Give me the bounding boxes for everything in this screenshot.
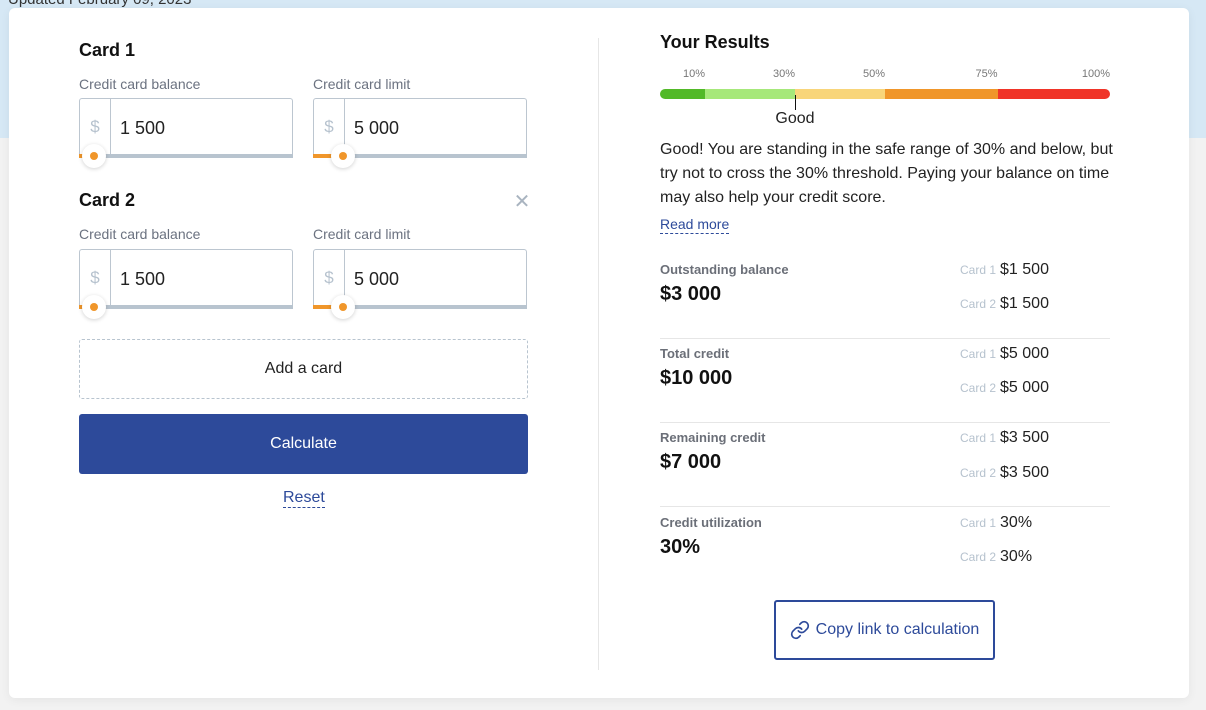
stat-credit-utilization: Credit utilization 30% Card 1 30% Card 23… — [660, 508, 1110, 592]
stat-breakdown-row: Card 2 30% — [960, 548, 1032, 566]
scale-label: 30% — [772, 68, 795, 80]
scale-label: 100% — [1081, 68, 1110, 80]
stat-value: 30% — [660, 536, 701, 558]
link-icon — [790, 620, 809, 640]
card-1-limit-label: Credit card limit — [313, 76, 411, 92]
stat-value: $3 000 — [660, 283, 722, 305]
result-description: Good! You are standing in the safe range… — [660, 141, 1113, 206]
stat-breakdown-row: Card 2 $3 500 — [960, 464, 1049, 482]
stat-value: $10 000 — [660, 367, 733, 389]
card-1-limit-input[interactable] — [354, 113, 514, 143]
breakdown-value: $3 500 — [1000, 429, 1049, 446]
breakdown-key: Card 1 — [960, 516, 997, 530]
breakdown-key: Card 2 — [960, 297, 997, 311]
card-2-balance-label: Credit card balance — [79, 226, 201, 242]
breakdown-value: $1 500 — [1000, 295, 1049, 312]
stat-breakdown-row: Card 1 $5 000 — [960, 345, 1049, 363]
utilization-scale-bar — [660, 89, 1110, 99]
card-1-balance-slider[interactable] — [79, 144, 293, 168]
card-2-balance-field[interactable]: $ — [79, 249, 293, 309]
stat-breakdown-row: Card 1 $3 500 — [960, 429, 1049, 447]
breakdown-value: $1 500 — [1000, 261, 1049, 278]
breakdown-key: Card 1 — [960, 263, 997, 277]
card-2-balance-input[interactable] — [120, 264, 280, 294]
breakdown-value: $5 000 — [1000, 379, 1049, 396]
add-card-button[interactable]: Add a card — [79, 339, 528, 399]
copy-link-label: Copy link to calculation — [815, 621, 980, 638]
scale-segment-poor — [885, 89, 998, 99]
stat-value: $7 000 — [660, 451, 722, 473]
utilization-marker — [795, 95, 796, 110]
card-2-title: Card 2 — [79, 190, 136, 210]
scale-segment-good — [705, 89, 795, 99]
breakdown-key: Card 2 — [960, 550, 997, 564]
breakdown-value: 30% — [1000, 514, 1033, 531]
utilization-scale-labels: 10% 30% 50% 75% 100% — [660, 68, 1110, 82]
calculate-button[interactable]: Calculate — [79, 414, 528, 474]
stat-remaining-credit: Remaining credit $7 000 Card 1 $3 500 Car… — [660, 423, 1110, 507]
close-icon[interactable]: ✕ — [512, 192, 532, 212]
card-1-balance-label: Credit card balance — [79, 76, 201, 92]
breakdown-key: Card 1 — [960, 347, 997, 361]
card-1-balance-input[interactable] — [120, 113, 280, 143]
slider-thumb[interactable] — [330, 295, 355, 319]
breakdown-key: Card 2 — [960, 381, 997, 395]
card-1-balance-field[interactable]: $ — [79, 98, 293, 158]
stat-breakdown-row: Card 2 $5 000 — [960, 379, 1049, 397]
breakdown-value: 30% — [1000, 548, 1033, 565]
stat-total-credit: Total credit $10 000 Card 1 $5 000 Card 2… — [660, 339, 1110, 423]
utilization-marker-label: Good — [775, 110, 815, 127]
scale-label: 75% — [975, 68, 998, 80]
reset-link[interactable]: Reset — [283, 489, 325, 508]
stat-breakdown-row: Card 1 30% — [960, 514, 1032, 532]
scale-label: 10% — [682, 68, 705, 80]
card-2-limit-input[interactable] — [354, 264, 514, 294]
scale-label: 50% — [862, 68, 885, 80]
slider-thumb[interactable] — [81, 295, 106, 319]
breakdown-value: $5 000 — [1000, 345, 1049, 362]
breakdown-key: Card 1 — [960, 431, 997, 445]
card-1-title: Card 1 — [79, 40, 136, 60]
stat-label: Remaining credit — [660, 430, 766, 445]
scale-segment-fair — [795, 89, 885, 99]
breakdown-key: Card 2 — [960, 466, 997, 480]
card-2-limit-label: Credit card limit — [313, 226, 411, 242]
stat-label: Credit utilization — [660, 515, 762, 530]
updated-date: Updated February 09, 2023 — [8, 0, 191, 8]
breakdown-value: $3 500 — [1000, 464, 1049, 481]
scale-segment-excellent — [660, 89, 705, 99]
results-title: Your Results — [660, 32, 770, 52]
card-2-balance-slider[interactable] — [79, 295, 293, 319]
slider-thumb[interactable] — [330, 144, 355, 168]
stat-breakdown-row: Card 1 $1 500 — [960, 261, 1049, 279]
column-divider — [598, 38, 599, 670]
stat-label: Outstanding balance — [660, 262, 789, 277]
stat-breakdown-row: Card 2 $1 500 — [960, 295, 1049, 313]
slider-thumb[interactable] — [81, 144, 106, 168]
stat-label: Total credit — [660, 346, 730, 361]
card-1-limit-slider[interactable] — [313, 144, 527, 168]
read-more-link[interactable]: Read more — [660, 216, 730, 234]
copy-link-button[interactable]: Copy link to calculation — [774, 600, 995, 660]
stat-outstanding-balance: Outstanding balance $3 000 Card 1 $1 500 … — [660, 255, 1110, 339]
scale-segment-bad — [997, 89, 1110, 99]
card-2-limit-slider[interactable] — [313, 295, 527, 319]
